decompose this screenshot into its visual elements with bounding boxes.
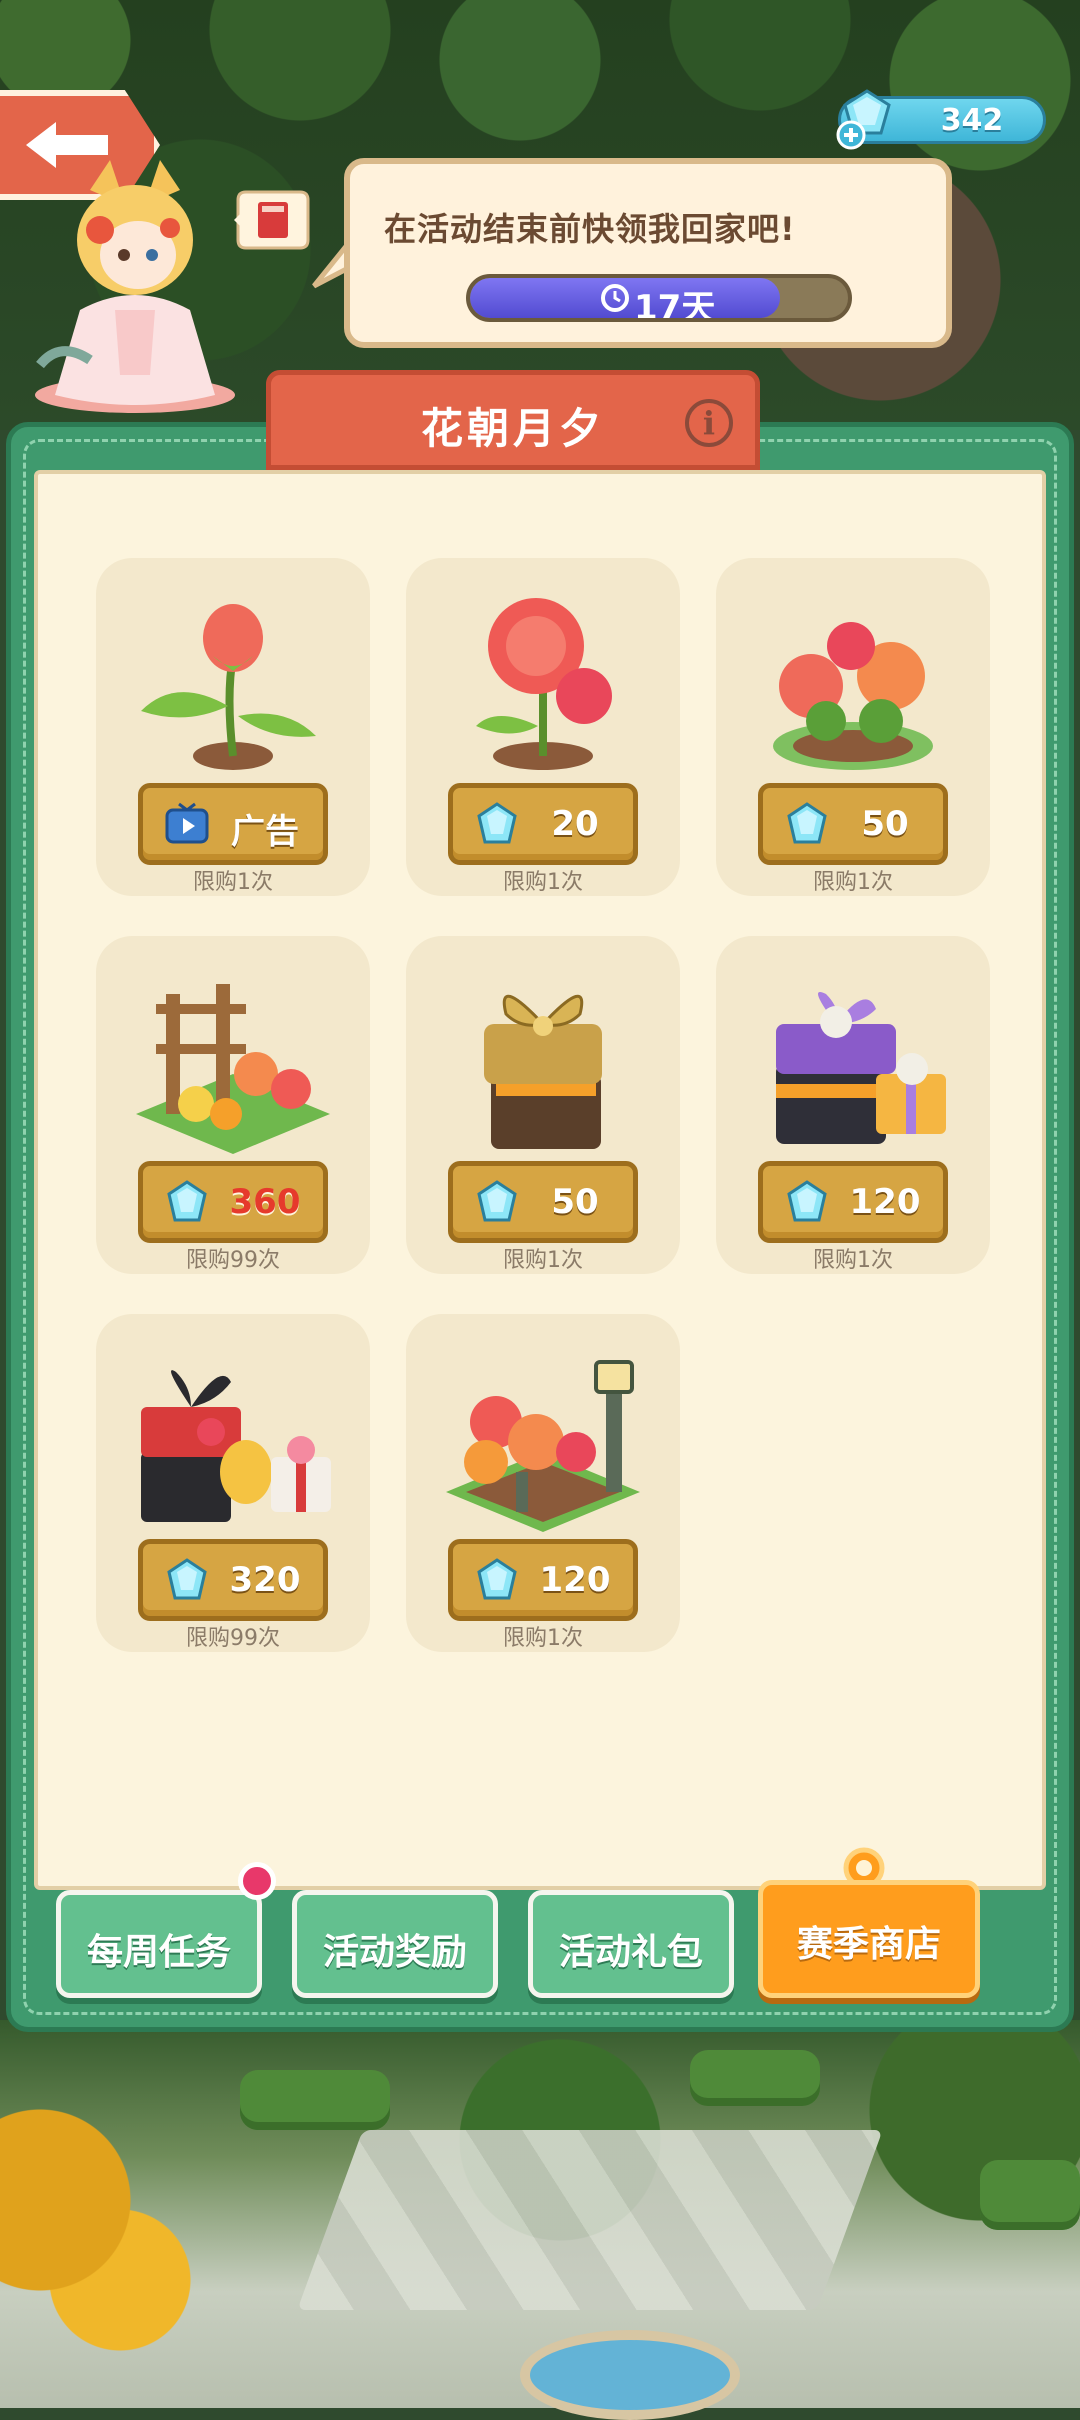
shop-item-peony-bloom[interactable]: 20 限购1次 <box>406 558 680 896</box>
info-icon[interactable]: i <box>685 399 733 447</box>
price-label: 120 <box>539 1560 611 1600</box>
gem-plus-icon <box>836 89 891 150</box>
price-label: 广告 <box>231 812 299 852</box>
book-icon[interactable] <box>232 190 314 260</box>
tv-ad-icon <box>165 802 209 844</box>
flower-lantern-garden-image <box>446 1360 640 1532</box>
gem-icon <box>787 802 827 844</box>
shop-item-black-red-gift-boxes[interactable]: 320 限购99次 <box>96 1314 370 1652</box>
shop-item-gold-gift-box[interactable]: 50 限购1次 <box>406 936 680 1274</box>
shop-grid: 广告 限购1次 20 限购1次 50 限购1次 360 限购99次 50 限购1… <box>34 470 1046 1890</box>
shop-item-flower-lantern-garden[interactable]: 120 限购1次 <box>406 1314 680 1652</box>
peony-bush-image <box>773 622 933 770</box>
tab-label: 活动礼包 <box>558 1932 703 1973</box>
shop-item-peony-bush[interactable]: 50 限购1次 <box>716 558 990 896</box>
hedge <box>980 2160 1080 2230</box>
purchase-limit: 限购1次 <box>503 1248 583 1273</box>
speech-text: 在活动结束前快领我回家吧! <box>384 210 796 248</box>
gem-buy-button[interactable]: 50 <box>758 783 948 865</box>
ad-buy-button[interactable]: 广告 <box>138 783 328 865</box>
price-label: 50 <box>861 804 909 844</box>
gem-icon <box>477 1180 517 1222</box>
plaza-tiles <box>297 2130 883 2310</box>
purchase-limit: 限购1次 <box>503 1626 583 1651</box>
shop-item-peony-sprout[interactable]: 广告 限购1次 <box>96 558 370 896</box>
gem-icon <box>787 1180 827 1222</box>
panel-title-tab: 花朝月夕 i <box>266 370 760 470</box>
shop-item-purple-gift-boxes[interactable]: 120 限购1次 <box>716 936 990 1274</box>
black-red-gift-boxes-image <box>141 1370 331 1522</box>
tab-event-rewards[interactable]: 活动奖励 <box>292 1890 498 1998</box>
gem-icon <box>477 1558 517 1600</box>
gem-buy-button[interactable]: 50 <box>448 1161 638 1243</box>
gem-counter[interactable]: 342 <box>836 89 1046 150</box>
price-label: 360 <box>229 1182 301 1222</box>
tab-label: 赛季商店 <box>796 1924 941 1965</box>
gem-buy-button[interactable]: 120 <box>448 1539 638 1621</box>
gem-icon <box>477 802 517 844</box>
purchase-limit: 限购99次 <box>186 1626 280 1651</box>
purchase-limit: 限购1次 <box>813 870 893 895</box>
tab-label: 每周任务 <box>86 1932 231 1973</box>
timer-text: 17天 <box>634 288 716 322</box>
purchase-limit: 限购1次 <box>813 1248 893 1273</box>
price-label: 120 <box>849 1182 921 1222</box>
purchase-limit: 限购99次 <box>186 1248 280 1273</box>
peony-bloom-image <box>476 598 612 770</box>
flower-arch-image <box>136 984 330 1154</box>
gem-icon <box>167 1558 207 1600</box>
purchase-limit: 限购1次 <box>193 870 273 895</box>
hedge <box>240 2070 390 2130</box>
notification-dot <box>238 1862 276 1900</box>
hedge <box>690 2050 820 2106</box>
event-timer-bar: 17天 <box>466 274 852 322</box>
gold-gift-box-image <box>484 994 602 1149</box>
purchase-limit: 限购1次 <box>503 870 583 895</box>
gem-buy-button[interactable]: 20 <box>448 783 638 865</box>
tab-event-packs[interactable]: 活动礼包 <box>528 1890 734 1998</box>
speech-bubble: 在活动结束前快领我回家吧! 17天 <box>344 158 952 348</box>
gem-buy-button[interactable]: 360 <box>138 1161 328 1243</box>
gem-icon <box>167 1180 207 1222</box>
purple-gift-boxes-image <box>776 992 946 1144</box>
tab-label: 活动奖励 <box>322 1932 467 1973</box>
peony-sprout-image <box>141 604 316 770</box>
price-label: 320 <box>229 1560 301 1600</box>
price-label: 20 <box>551 804 599 844</box>
price-label: 50 <box>551 1182 599 1222</box>
shop-item-flower-arch[interactable]: 360 限购99次 <box>96 936 370 1274</box>
gem-buy-button[interactable]: 120 <box>758 1161 948 1243</box>
gem-count: 342 <box>940 103 1004 138</box>
gem-buy-button[interactable]: 320 <box>138 1539 328 1621</box>
tab-weekly-tasks[interactable]: 每周任务 <box>56 1890 262 1998</box>
tab-season-shop[interactable]: 赛季商店 <box>758 1880 980 1998</box>
clock-icon <box>601 284 629 312</box>
panel-title: 花朝月夕 <box>420 404 605 453</box>
fox-girl-character <box>35 160 235 413</box>
fountain <box>520 2330 740 2420</box>
